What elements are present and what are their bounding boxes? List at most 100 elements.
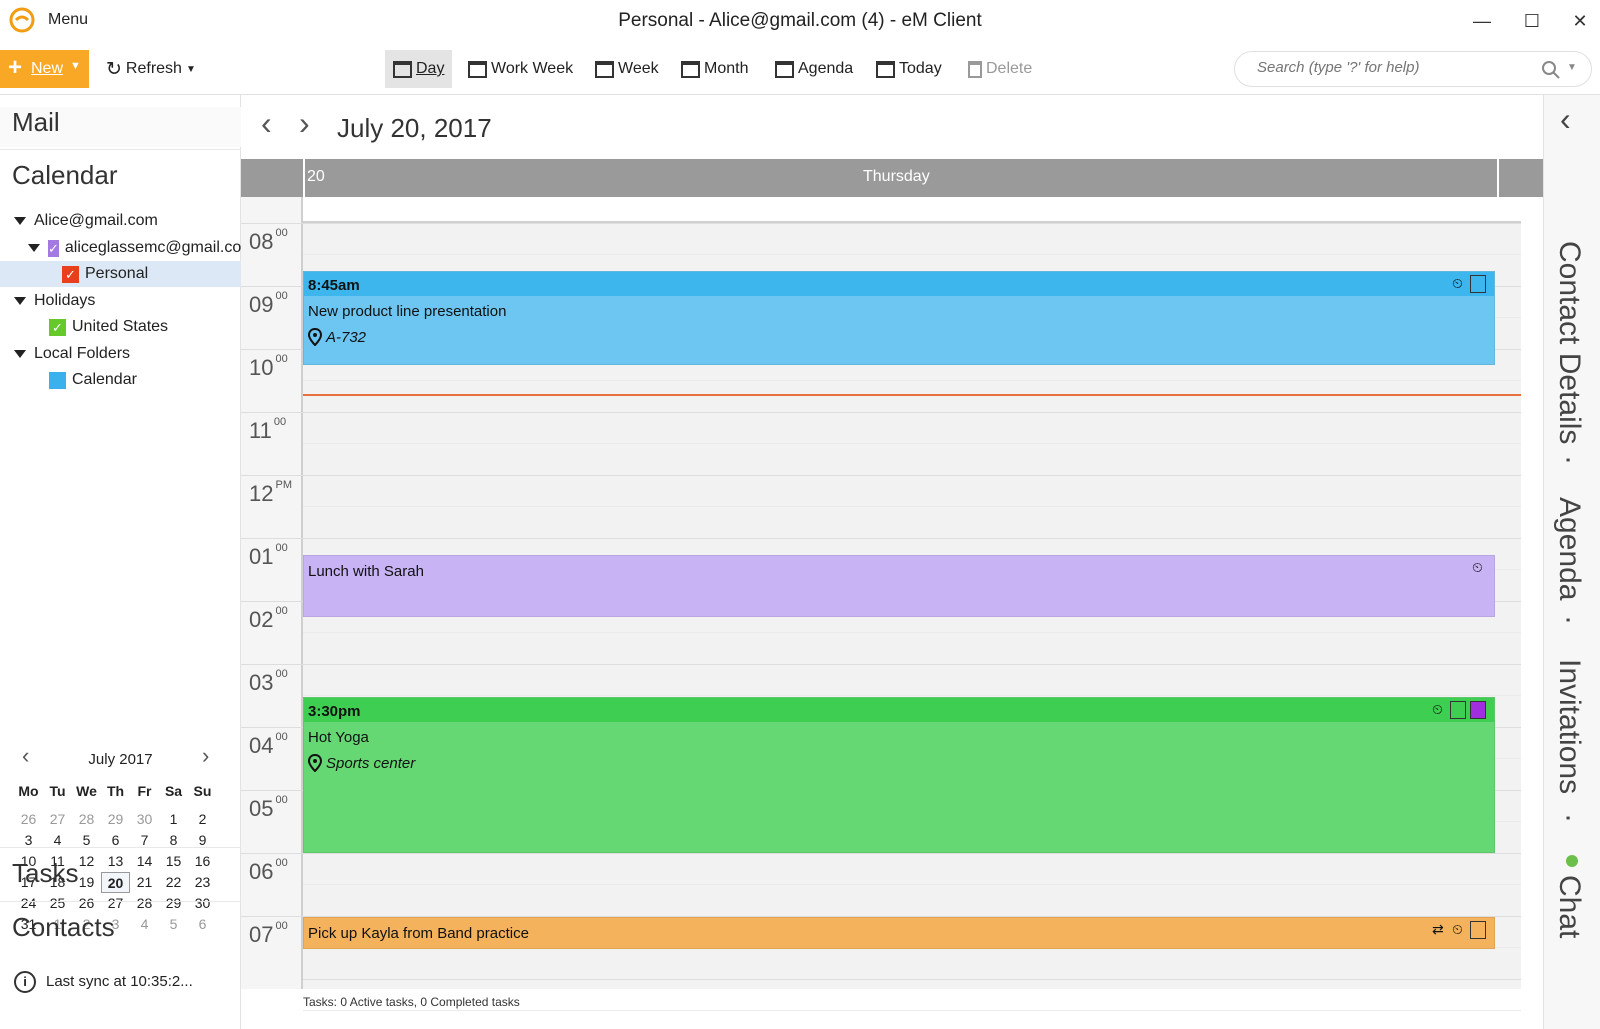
search-input[interactable] [1257,59,1527,76]
next-day-icon[interactable]: › [299,105,310,142]
tree-local-calendar[interactable]: Calendar [0,367,241,393]
work-week-label: Work Week [491,60,574,77]
united-states-checkbox[interactable]: ✓ [49,318,66,336]
category-swatch [1470,275,1486,293]
new-button[interactable]: + New ▼ [0,50,89,88]
minimize-button[interactable]: — [1462,6,1502,36]
mini-calendar-day[interactable]: 27 [43,809,72,830]
mini-calendar-day[interactable]: 1 [159,809,188,830]
month-calendar-icon [681,60,700,78]
mini-calendar-day[interactable]: 2 [188,809,217,830]
nav-calendar[interactable]: Calendar [0,149,241,203]
delete-button[interactable]: Delete [968,56,1032,82]
hour-suffix: 00 [275,227,288,239]
today-label: Today [899,60,942,77]
mini-calendar-day[interactable]: 26 [14,809,43,830]
hour-divider [241,538,303,539]
hour-value: 09 [249,292,274,317]
online-status-icon [1566,855,1578,867]
hour-suffix: 00 [275,353,288,365]
month-view-button[interactable]: Month [681,56,748,82]
calendar-event[interactable]: Lunch with Sarah ⏲ [303,555,1495,617]
hour-line [303,664,1521,665]
half-hour-line [303,1010,1521,1011]
collapse-panel-icon[interactable]: ‹ [1560,101,1571,138]
window-title: Personal - Alice@gmail.com (4) - eM Clie… [618,10,982,31]
nav-tasks[interactable]: Tasks [0,847,241,901]
tree-holidays[interactable]: Holidays [0,288,241,314]
day-header[interactable]: 20 Thursday [241,159,1543,197]
half-hour-line [303,443,1521,444]
expand-icon[interactable] [14,350,26,358]
hour-suffix: 00 [275,794,288,806]
event-title: Hot Yoga [308,729,369,746]
next-month-icon[interactable]: › [202,743,209,769]
expand-icon[interactable] [28,244,40,252]
hour-suffix: PM [275,479,292,491]
tree-account[interactable]: Alice@gmail.com [0,208,241,234]
sync-status: Last sync at 10:35:2... [46,973,193,990]
mini-calendar-day[interactable]: 28 [72,809,101,830]
week-view-button[interactable]: Week [595,56,659,82]
search-icon[interactable] [1541,60,1561,80]
tab-agenda[interactable]: Agenda [1552,497,1586,600]
hour-value: 05 [249,796,274,821]
tab-chat[interactable]: Chat [1552,875,1586,938]
work-week-view-button[interactable]: Work Week [468,56,573,82]
calendar-event[interactable]: Pick up Kayla from Band practice ⏲ ⇄ [303,917,1495,949]
tree-united-states[interactable]: ✓ United States [0,314,241,340]
hour-line [303,979,1521,980]
local-calendar-checkbox[interactable] [49,371,66,389]
agenda-view-button[interactable]: Agenda [775,56,853,82]
tab-contact-details[interactable]: Contact Details [1552,241,1586,444]
tree-subaccount[interactable]: ✓ aliceglassemc@gmail.com [0,235,241,261]
today-button[interactable]: Today [876,56,942,82]
calendar-view: ‹ › July 20, 2017 20 Thursday 08 00 09 00 10… [241,95,1543,1029]
subaccount-checkbox[interactable]: ✓ [48,239,59,257]
all-day-row[interactable] [303,197,1521,223]
week-calendar-icon [595,60,614,78]
tree-personal[interactable]: ✓ Personal [0,261,241,287]
refresh-button[interactable]: ↻ Refresh ▼ [106,56,196,82]
prev-day-icon[interactable]: ‹ [261,105,272,142]
close-button[interactable]: ✕ [1560,6,1600,36]
calendar-event[interactable]: 8:45am New product line presentation A-732… [303,271,1495,365]
mini-calendar-day[interactable]: 29 [101,809,130,830]
calendar-event[interactable]: 3:30pm Hot Yoga Sports center ⏲ [303,697,1495,853]
maximize-button[interactable]: ☐ [1512,6,1552,36]
event-time: 8:45am [304,272,1494,296]
day-view-button[interactable]: Day [385,50,453,88]
hour-value: 06 [249,859,274,884]
event-location: A-732 [308,328,366,346]
weekday-label: Su [193,783,212,799]
nav-contacts[interactable]: Contacts [0,901,241,955]
hour-suffix: 00 [275,290,288,302]
category-swatch [1470,701,1486,719]
tab-invitations[interactable]: Invitations [1552,659,1586,794]
expand-icon[interactable] [14,297,26,305]
mini-calendar-day[interactable]: 30 [130,809,159,830]
hour-divider [241,664,303,665]
hour-label: 07 00 [249,920,288,948]
hour-label: 04 00 [249,731,288,759]
time-gutter: 08 00 09 00 10 00 11 00 12 PM 01 00 02 00 03 00 04 00 05 00… [241,197,303,989]
search-dropdown-icon[interactable]: ▼ [1567,62,1577,73]
weekday-label: Th [106,783,125,799]
half-hour-line [303,380,1521,381]
hour-value: 10 [249,355,274,380]
separator-dot: · [1553,813,1586,823]
new-label: New [31,60,64,77]
personal-checkbox[interactable]: ✓ [62,265,79,283]
task-status: Tasks: 0 Active tasks, 0 Completed tasks [303,995,520,1009]
tree-local-folders[interactable]: Local Folders [0,341,241,367]
half-hour-line [303,506,1521,507]
expand-icon[interactable] [14,217,26,225]
event-location-text: A-732 [326,328,367,346]
separator-dot: · [1553,455,1586,465]
local-calendar-label: Calendar [72,371,137,388]
united-states-label: United States [72,318,169,335]
nav-mail[interactable]: Mail [0,107,241,147]
day-calendar-icon [393,60,412,78]
search-box[interactable]: ▼ [1234,51,1592,87]
day-grid[interactable]: 8:45am New product line presentation A-732… [303,223,1521,1011]
